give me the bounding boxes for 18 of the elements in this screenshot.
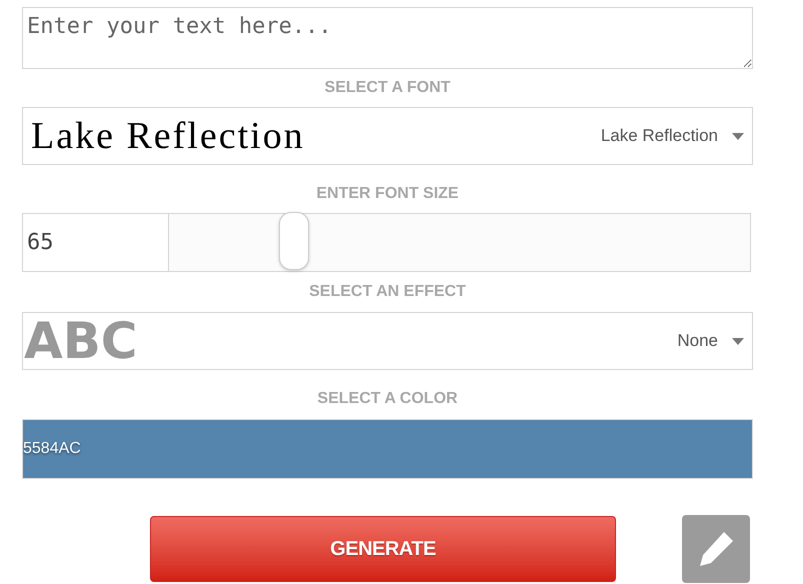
section-label: SELECT AN EFFECT bbox=[309, 282, 466, 302]
section-label: SELECT A FONT bbox=[324, 78, 450, 98]
section-label: ENTER FONT SIZE bbox=[316, 184, 459, 204]
effect-preview: ABC bbox=[24, 316, 138, 366]
selected-effect: None bbox=[677, 330, 718, 352]
dropdown-caret-icon bbox=[732, 338, 744, 344]
font-dropdown[interactable]: Lake Reflection Lake Reflection bbox=[22, 107, 753, 165]
text-input-field[interactable]: Enter your text here... bbox=[22, 7, 753, 69]
selected-font: Lake Reflection bbox=[600, 125, 718, 148]
font-preview: Lake Reflection bbox=[31, 117, 305, 155]
edit-button[interactable] bbox=[682, 515, 750, 583]
effect-dropdown[interactable]: ABC None bbox=[22, 312, 753, 370]
slider-thumb[interactable] bbox=[278, 212, 309, 270]
generate-button[interactable]: GENERATE bbox=[150, 516, 616, 582]
color-field[interactable]: 5584AC bbox=[22, 419, 753, 479]
section-label: SELECT A COLOR bbox=[317, 389, 458, 409]
font-size-slider[interactable] bbox=[169, 214, 750, 271]
dropdown-caret-icon bbox=[732, 132, 744, 140]
